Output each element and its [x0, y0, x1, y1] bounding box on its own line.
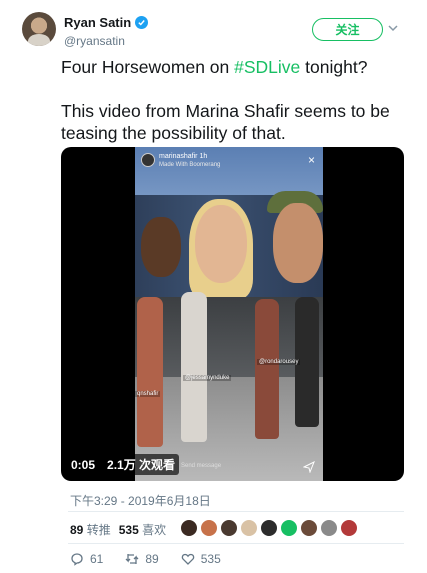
verified-badge-icon: [135, 16, 149, 29]
retweet-stat-label: 转推: [86, 523, 111, 537]
scene-billboard-face-right: [273, 203, 323, 283]
scene-person-2: [181, 292, 207, 442]
reply-icon: [71, 553, 83, 566]
story-tag: @rondarousey: [257, 359, 301, 365]
retweet-button[interactable]: 89: [125, 552, 159, 566]
heart-icon: [181, 553, 194, 565]
hashtag-link[interactable]: #SDLive: [234, 57, 300, 77]
tweet-actions: 61 89 535: [70, 552, 221, 566]
liker-avatar[interactable]: [260, 519, 278, 537]
follow-button[interactable]: 关注: [312, 18, 383, 41]
liker-avatar[interactable]: [320, 519, 338, 537]
scene-person-3: [255, 299, 279, 439]
video-player[interactable]: marinashafir 1h Made With Boomerang × @j…: [61, 147, 404, 481]
liker-avatar[interactable]: [180, 519, 198, 537]
retweet-count: 89: [145, 552, 159, 566]
send-icon: [303, 461, 315, 473]
video-duration: 0:05: [67, 455, 100, 474]
like-stat[interactable]: 535 喜欢: [119, 521, 166, 538]
liker-avatar[interactable]: [300, 519, 318, 537]
liker-avatar[interactable]: [200, 519, 218, 537]
like-stat-count: 535: [118, 523, 139, 537]
story-avatar: [141, 153, 155, 167]
video-info-overlay: 0:05 2.1万 次观看: [67, 454, 180, 475]
tweet-paragraph-1: Four Horsewomen on #SDLive tonight?: [61, 56, 401, 78]
reply-button[interactable]: 61: [70, 552, 103, 566]
author-name-row[interactable]: Ryan Satin: [64, 15, 149, 30]
scene-billboard-face-center: [195, 205, 247, 283]
liker-avatar[interactable]: [220, 519, 238, 537]
liker-avatar[interactable]: [280, 519, 298, 537]
retweet-stat[interactable]: 89 转推: [70, 521, 111, 538]
retweet-icon: [125, 554, 139, 564]
reply-count: 61: [90, 552, 104, 566]
story-subtitle: Made With Boomerang: [159, 162, 221, 168]
like-count: 535: [200, 552, 221, 566]
retweet-stat-count: 89: [70, 523, 84, 537]
like-stat-label: 喜欢: [142, 523, 167, 537]
tweet-header: Ryan Satin @ryansatin 关注: [22, 12, 407, 52]
video-view-count: 2.1万 次观看: [103, 454, 180, 475]
story-tag: @jessamynduke: [183, 375, 232, 381]
tweet-stats: 89 转推 535 喜欢: [70, 521, 166, 538]
author-handle[interactable]: @ryansatin: [64, 34, 148, 48]
tweet-text-lead: Four Horsewomen on: [61, 57, 235, 77]
scene-person-1: [137, 297, 163, 447]
author-avatar[interactable]: [22, 12, 56, 46]
tweet-paragraph-2: This video from Marina Shafir seems to b…: [61, 101, 390, 143]
liker-avatars: [180, 519, 358, 537]
liker-avatar[interactable]: [340, 519, 358, 537]
divider: [68, 511, 404, 512]
story-tag: qnshafir: [135, 391, 161, 397]
send-message-label: Send message: [181, 463, 222, 469]
tweet-card: Ryan Satin @ryansatin 关注 Four Horsewomen…: [8, 0, 417, 573]
like-button[interactable]: 535: [181, 552, 221, 566]
divider: [68, 543, 404, 544]
chevron-down-icon[interactable]: [385, 20, 401, 36]
author-name[interactable]: Ryan Satin: [64, 15, 131, 30]
story-close-icon: ×: [307, 153, 315, 167]
liker-avatar[interactable]: [240, 519, 258, 537]
tweet-text-tail: tonight?: [300, 57, 368, 77]
author-info[interactable]: Ryan Satin @ryansatin: [64, 14, 149, 48]
scene-billboard-face-left: [141, 217, 181, 277]
video-frame: marinashafir 1h Made With Boomerang × @j…: [135, 147, 323, 481]
story-header: marinashafir 1h Made With Boomerang ×: [141, 153, 317, 173]
story-username: marinashafir 1h: [159, 153, 208, 160]
tweet-timestamp[interactable]: 下午3:29 - 2019年6月18日: [70, 492, 211, 509]
